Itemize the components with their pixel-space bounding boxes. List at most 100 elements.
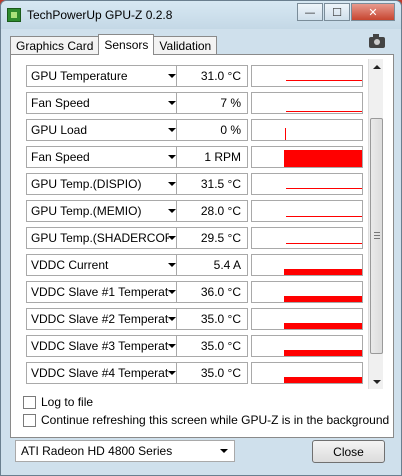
window-title: TechPowerUp GPU-Z 0.2.8 [27,8,173,22]
scroll-thumb[interactable] [370,118,383,354]
scroll-up-button[interactable] [369,59,384,74]
sensor-row: GPU Temp.(MEMIO) 28.0 °C [15,200,370,222]
sensor-name-dropdown[interactable]: VDDC Slave #2 Temperature [26,308,181,330]
chevron-down-icon [168,290,176,294]
chevron-down-icon [168,182,176,186]
sensor-graph [251,227,363,249]
graph-bar [284,377,362,383]
sensor-row: GPU Load 0 % [15,119,370,141]
chevron-down-icon [168,101,176,105]
sensor-name-dropdown[interactable]: GPU Load [26,119,181,141]
sensor-row: VDDC Slave #2 Temperature 35.0 °C [15,308,370,330]
chevron-down-icon [168,209,176,213]
chevron-down-icon [220,449,228,453]
sensor-row: GPU Temp.(DISPIO) 31.5 °C [15,173,370,195]
sensor-value: 35.0 °C [176,362,248,384]
sensor-name: Fan Speed [31,96,90,110]
sensor-value: 31.0 °C [176,65,248,87]
sensor-row: GPU Temp.(SHADERCORE) 29.5 °C [15,227,370,249]
sensor-value: 35.0 °C [176,335,248,357]
graph-spike [285,128,286,140]
sensor-row: VDDC Slave #3 Temperature 35.0 °C [15,335,370,357]
close-icon: ✕ [368,5,378,19]
sensor-name-dropdown[interactable]: GPU Temperature [26,65,181,87]
sensor-row: Fan Speed 7 % [15,92,370,114]
graph-line [286,188,362,189]
graph-bar [284,150,362,167]
gpu-select-value: ATI Radeon HD 4800 Series [21,444,173,458]
sensor-value: 0 % [176,119,248,141]
title-bar[interactable]: TechPowerUp GPU-Z 0.2.8 — ☐ ✕ [1,1,401,29]
chevron-down-icon [168,236,176,240]
graph-bar [284,296,362,302]
sensor-name-dropdown[interactable]: GPU Temp.(SHADERCORE) [26,227,181,249]
graph-line [286,111,362,112]
sensor-graph [251,308,363,330]
chevron-down-icon [168,263,176,267]
window-controls: — ☐ ✕ [296,3,395,21]
sensor-list: GPU Temperature 31.0 °C Fan Speed 7 % GPU Lo… [15,59,370,389]
sensor-name-dropdown[interactable]: GPU Temp.(MEMIO) [26,200,181,222]
sensor-name: VDDC Slave #1 Temperature [31,285,169,299]
close-window-button[interactable]: ✕ [351,3,395,21]
sensor-graph [251,335,363,357]
sensor-name: GPU Temp.(MEMIO) [31,204,142,218]
tab-graphics-card[interactable]: Graphics Card [10,36,100,55]
continue-refresh-checkbox[interactable] [23,413,36,427]
tab-sensors[interactable]: Sensors [98,34,155,55]
sensor-graph [251,281,363,303]
gpuz-window: TechPowerUp GPU-Z 0.2.8 — ☐ ✕ Graphics C… [0,0,402,476]
scroll-down-icon [372,379,381,384]
screenshot-camera-icon[interactable] [369,34,385,48]
sensor-name: VDDC Current [31,258,109,272]
sensor-scrollbar[interactable] [368,59,383,389]
sensor-name: VDDC Slave #2 Temperature [31,312,169,326]
scroll-down-button[interactable] [369,374,384,389]
continue-refresh-option[interactable]: Continue refreshing this screen while GP… [23,412,389,428]
sensor-value: 29.5 °C [176,227,248,249]
close-button[interactable]: Close [312,440,385,463]
log-to-file-checkbox[interactable] [23,395,36,409]
continue-refresh-label: Continue refreshing this screen while GP… [41,413,390,427]
log-to-file-option[interactable]: Log to file [23,394,93,410]
sensor-graph [251,92,363,114]
graph-bar [284,269,362,275]
sensor-value: 31.5 °C [176,173,248,195]
tab-bar: Graphics Card Sensors Validation [10,34,218,55]
sensor-value: 7 % [176,92,248,114]
sensor-name: GPU Temp.(DISPIO) [31,177,142,191]
sensor-name-dropdown[interactable]: GPU Temp.(DISPIO) [26,173,181,195]
sensor-row: Fan Speed 1 RPM [15,146,370,168]
maximize-button[interactable]: ☐ [324,3,350,21]
log-to-file-label: Log to file [41,395,94,409]
chevron-down-icon [168,371,176,375]
graph-line [286,243,362,244]
sensor-name-dropdown[interactable]: VDDC Slave #1 Temperature [26,281,181,303]
gpu-select-dropdown[interactable]: ATI Radeon HD 4800 Series [15,440,235,462]
chevron-down-icon [168,128,176,132]
sensor-graph [251,173,363,195]
chevron-down-icon [168,344,176,348]
chevron-down-icon [168,317,176,321]
sensor-name: GPU Temp.(SHADERCORE) [31,231,169,245]
tab-validation[interactable]: Validation [153,36,218,55]
sensor-row: VDDC Slave #4 Temperature 35.0 °C [15,362,370,384]
graph-line [286,80,362,81]
sensor-graph [251,146,363,168]
minimize-button[interactable]: — [297,3,323,21]
graph-bar [284,323,362,329]
chevron-down-icon [168,74,176,78]
sensor-name-dropdown[interactable]: VDDC Current [26,254,181,276]
scroll-up-icon [372,64,381,69]
sensor-row: VDDC Current 5.4 A [15,254,370,276]
gpuz-app-icon [7,8,21,22]
minimize-icon: — [304,5,316,19]
sensor-value: 1 RPM [176,146,248,168]
sensor-name-dropdown[interactable]: VDDC Slave #3 Temperature [26,335,181,357]
sensor-name-dropdown[interactable]: VDDC Slave #4 Temperature [26,362,181,384]
sensor-value: 36.0 °C [176,281,248,303]
sensor-name-dropdown[interactable]: Fan Speed [26,146,181,168]
sensor-name-dropdown[interactable]: Fan Speed [26,92,181,114]
sensor-value: 5.4 A [176,254,248,276]
sensor-graph [251,200,363,222]
